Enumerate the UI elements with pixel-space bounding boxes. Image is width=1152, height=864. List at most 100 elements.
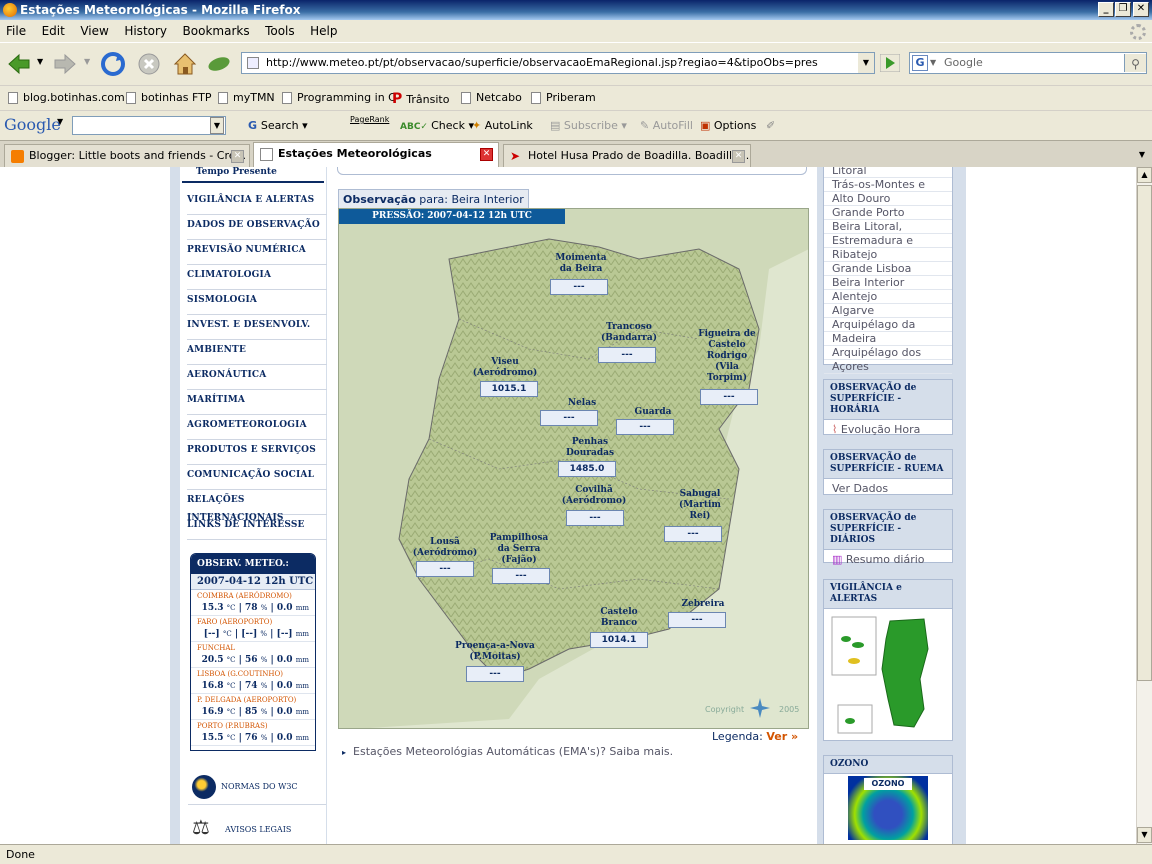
pagerank-indicator[interactable]: PageRank	[350, 115, 389, 124]
station-row[interactable]: P. DELGADA (AEROPORTO) 16.9 °C | 85 % | …	[191, 694, 315, 720]
menu-view[interactable]: View	[74, 20, 114, 38]
map-station-value[interactable]: ---	[668, 612, 726, 628]
nav-links[interactable]: LINKS DE INTERESSE	[187, 516, 327, 540]
legend-link[interactable]: Ver »	[766, 730, 798, 743]
region-item[interactable]: Algarve	[824, 304, 952, 318]
google-toolbar-logo[interactable]: Google	[4, 115, 61, 134]
back-icon[interactable]	[6, 51, 32, 77]
ozone-map-image[interactable]: OZONO	[848, 776, 928, 840]
menu-tools[interactable]: Tools	[259, 20, 301, 38]
map-station-value[interactable]: ---	[550, 279, 608, 295]
map-station-value[interactable]: ---	[616, 419, 674, 435]
tab-list-dropdown-icon[interactable]: ▼	[1134, 145, 1150, 165]
home-icon[interactable]	[172, 51, 198, 77]
bookmark-item[interactable]: myTMN	[218, 91, 275, 104]
nav-previsao[interactable]: PREVISÃO NUMÉRICA	[187, 241, 327, 265]
reload-icon[interactable]	[100, 51, 126, 77]
back-dropdown-icon[interactable]: ▼	[37, 57, 43, 66]
region-item[interactable]: Grande Porto	[824, 206, 952, 220]
nav-vigilancia[interactable]: VIGILÂNCIA E ALERTAS	[187, 191, 327, 215]
tab-estacoes[interactable]: Estações Meteorológicas ✕	[253, 142, 499, 168]
bookmark-item[interactable]: blog.botinhas.com	[8, 91, 125, 104]
check-button[interactable]: ABC✓ Check ▾	[400, 119, 474, 132]
map-station-value[interactable]: ---	[492, 568, 550, 584]
menu-help[interactable]: Help	[304, 20, 343, 38]
region-item[interactable]: Grande Lisboa	[824, 262, 952, 276]
scroll-up-icon[interactable]: ▲	[1137, 167, 1152, 183]
nav-climatologia[interactable]: CLIMATOLOGIA	[187, 266, 327, 290]
tab-blogger[interactable]: Blogger: Little boots and friends - Cre.…	[4, 144, 250, 168]
region-item[interactable]: Trás-os-Montes e	[824, 178, 952, 192]
region-item[interactable]: Alentejo	[824, 290, 952, 304]
minimize-button[interactable]: _	[1098, 2, 1114, 17]
ema-info-link[interactable]: ▸ Estações Meteorológias Automáticas (EM…	[342, 745, 673, 758]
google-input-dropdown-icon[interactable]: ▼	[210, 117, 224, 134]
region-item[interactable]: Madeira	[824, 332, 952, 346]
engine-dropdown-icon[interactable]: ▼	[930, 53, 936, 73]
map-station-value[interactable]: 1015.1	[480, 381, 538, 397]
nav-maritima[interactable]: MARÍTIMA	[187, 391, 327, 415]
nav-ambiente[interactable]: AMBIENTE	[187, 341, 327, 365]
forward-icon[interactable]	[52, 51, 78, 77]
bookmark-item[interactable]: botinhas FTP	[126, 91, 211, 104]
map-station-value[interactable]: ---	[566, 510, 624, 526]
w3c-link[interactable]: NORMAS DO W3C	[188, 771, 326, 805]
map-station-value[interactable]: ---	[540, 410, 598, 426]
region-item[interactable]: Açores	[824, 360, 952, 374]
station-row[interactable]: LISBOA (G.COUTINHO) 16.8 °C | 74 % | 0.0…	[191, 668, 315, 694]
station-row[interactable]: FUNCHAL 20.5 °C | 56 % | 0.0 mm	[191, 642, 315, 668]
nav-sismologia[interactable]: SISMOLOGIA	[187, 291, 327, 315]
tab-close-icon[interactable]: ✕	[732, 150, 745, 163]
bookmark-item[interactable]: Programming in C	[282, 91, 396, 104]
maximize-button[interactable]: ❐	[1115, 2, 1131, 17]
autolink-button[interactable]: ✦ AutoLink	[472, 119, 533, 132]
leaf-icon[interactable]	[206, 51, 232, 77]
tab-close-icon[interactable]: ✕	[231, 150, 244, 163]
map-station-value[interactable]: ---	[700, 389, 758, 405]
address-bar[interactable]: http://www.meteo.pt/pt/observacao/superf…	[241, 52, 875, 74]
menu-file[interactable]: File	[0, 20, 32, 38]
nav-produtos[interactable]: PRODUTOS E SERVIÇOS	[187, 441, 327, 465]
scroll-thumb[interactable]	[1137, 185, 1152, 681]
google-logo-dropdown-icon[interactable]: ▼	[57, 117, 63, 126]
pencil-icon[interactable]: ✐	[766, 119, 775, 132]
map-station-value[interactable]: 1014.1	[590, 632, 648, 648]
vertical-scrollbar[interactable]: ▲ ▼	[1136, 167, 1152, 844]
station-row[interactable]: COIMBRA (AERÓDROMO) 15.3 °C | 78 % | 0.0…	[191, 590, 315, 616]
region-item[interactable]: Beira Interior	[824, 276, 952, 290]
nav-agrometeorologia[interactable]: AGROMETEOROLOGIA	[187, 416, 327, 440]
map-station-value[interactable]: 1485.0	[558, 461, 616, 477]
legal-link[interactable]: ⚖ AVISOS LEGAIS	[188, 813, 326, 843]
region-item[interactable]: Estremadura e	[824, 234, 952, 248]
search-magnifier-icon[interactable]: ⚲	[1124, 54, 1146, 72]
region-item[interactable]: Alto Douro	[824, 192, 952, 206]
station-row[interactable]: FARO (AEROPORTO) [--] °C | [--] % | [--]…	[191, 616, 315, 642]
tab-hotel[interactable]: ➤ Hotel Husa Prado de Boadilla. Boadilla…	[503, 144, 751, 168]
autofill-button[interactable]: ✎ AutoFill	[640, 119, 693, 132]
nav-dados-observacao[interactable]: DADOS DE OBSERVAÇÃO	[187, 216, 327, 240]
region-item[interactable]: Ribatejo	[824, 248, 952, 262]
nav-current[interactable]: Tempo Presente	[196, 167, 277, 177]
region-item[interactable]: Arquipélago da	[824, 318, 952, 332]
nav-relacoes[interactable]: RELAÇÕES INTERNACIONAIS	[187, 491, 327, 523]
tab-close-icon[interactable]: ✕	[480, 148, 493, 161]
nav-aeronautica[interactable]: AERONÁUTICA	[187, 366, 327, 390]
map-station-value[interactable]: ---	[598, 347, 656, 363]
close-window-button[interactable]: ✕	[1133, 2, 1149, 17]
region-item[interactable]: Arquipélago dos	[824, 346, 952, 360]
bookmark-item[interactable]: Netcabo	[461, 91, 522, 104]
menu-bookmarks[interactable]: Bookmarks	[177, 20, 256, 38]
station-row[interactable]: PORTO (P.RUBRAS) 15.5 °C | 76 % | 0.0 mm	[191, 720, 315, 746]
resumo-diario-link[interactable]: ▥ Resumo diário	[824, 550, 952, 569]
ver-dados-link[interactable]: Ver Dados	[824, 479, 952, 498]
bookmark-item[interactable]: P Trânsito	[392, 91, 449, 107]
bookmark-item[interactable]: Priberam	[531, 91, 596, 104]
map-station-value[interactable]: ---	[416, 561, 474, 577]
map-station-value[interactable]: ---	[664, 526, 722, 542]
menu-edit[interactable]: Edit	[36, 20, 71, 38]
region-item[interactable]: Litoral	[824, 167, 952, 178]
nav-comunicacao[interactable]: COMUNICAÇÃO SOCIAL	[187, 466, 327, 490]
google-search-input[interactable]	[72, 116, 226, 135]
menu-history[interactable]: History	[118, 20, 173, 38]
subscribe-button[interactable]: ▤ Subscribe ▾	[550, 119, 627, 132]
